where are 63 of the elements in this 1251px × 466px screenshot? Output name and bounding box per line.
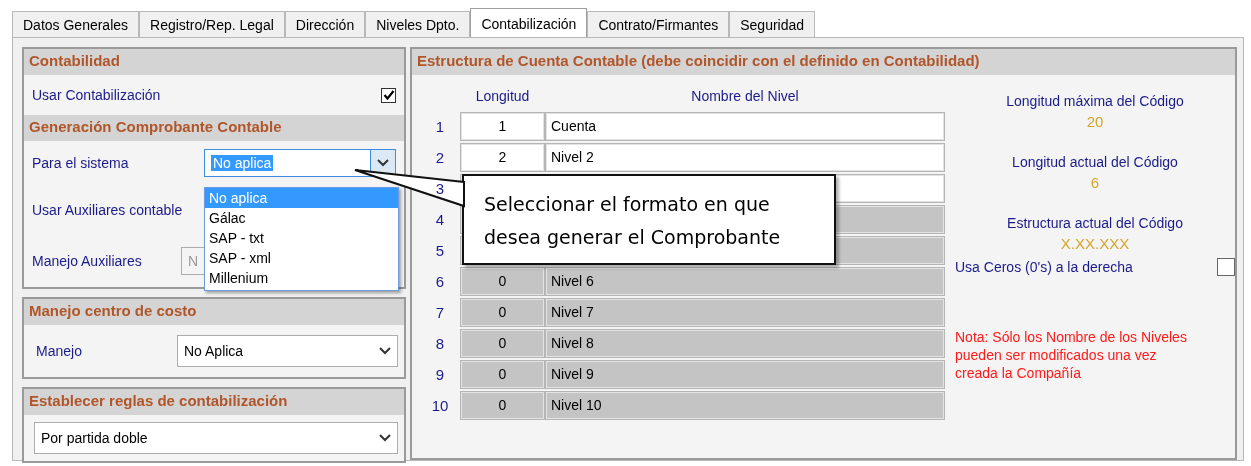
dropdown[interactable]: No Aplica [177,335,398,367]
row-number: 7 [434,303,446,323]
section-header: Estructura de Cuenta Contable (debe coincidir con el definido en Contabilidad) [412,49,1235,75]
input-field[interactable]: Nivel 6 [545,267,945,296]
checkbox-label: Usa Ceros (0's) a la derecha [955,259,1133,275]
input-field[interactable]: 2 [460,143,545,172]
note-text: Nota: Sólo los Nombre de los Niveles pueden ser modificados una vez creada la Compañía [955,328,1188,382]
column-header: Longitud [474,87,531,106]
info-value: X.XX.XXX [1060,235,1130,252]
section-header: Contabilidad [24,49,404,75]
dropdown-option[interactable]: SAP - txt [205,228,398,248]
checkbox[interactable] [381,87,396,103]
row-number: 8 [434,334,446,354]
tab[interactable]: Contabilización [470,8,588,39]
info-label: Estructura actual del Código [1007,215,1183,231]
input-field[interactable]: Nivel 9 [545,360,945,389]
chevron-icon [379,347,391,355]
input-field[interactable]: 0 [460,329,545,358]
row-number: 10 [430,396,450,416]
chevron-icon [377,159,389,167]
row-number: 1 [434,117,446,137]
dropdown-option[interactable]: Gálac [205,208,398,228]
tab[interactable]: Seguridad [729,11,816,38]
input-field[interactable]: Nivel 7 [545,298,945,327]
tab[interactable]: Datos Generales [12,11,140,38]
callout-tooltip: Seleccionar el formato en que desea generar el Comprobante [462,174,836,265]
dropdown-option[interactable]: SAP - xml [205,248,398,268]
input-field[interactable]: 0 [460,267,545,296]
info-value: 20 [1086,113,1104,130]
input-field[interactable]: 1 [460,112,545,141]
info-label: Longitud actual del Código [1012,154,1178,170]
row-number: 9 [434,365,446,385]
row-number: 3 [434,179,446,199]
section-header: Manejo centro de costo [24,299,404,325]
dropdown[interactable]: Por partida doble [34,422,398,454]
info-label: Longitud máxima del Código [1006,93,1184,109]
field-label: Para el sistema [32,155,129,171]
input-field[interactable]: Nivel 10 [545,391,945,420]
section-header: Establecer reglas de contabilización [24,389,404,415]
info-value: 6 [1090,174,1100,191]
row-number: 5 [434,241,446,261]
dropdown-option[interactable]: Millenium [205,268,398,288]
input-field[interactable]: 0 [460,391,545,420]
tab[interactable]: Dirección [284,11,366,38]
field-label: Manejo Auxiliares [32,253,142,269]
input-field[interactable]: 0 [460,298,545,327]
tab[interactable]: Registro/Rep. Legal [139,11,285,38]
input-field[interactable]: Cuenta [545,112,945,141]
field-label: Manejo [36,343,82,359]
tab[interactable]: Contrato/Firmantes [587,11,730,38]
checkbox[interactable] [1217,258,1235,276]
input-field[interactable]: Nivel 2 [545,143,945,172]
chevron-icon [379,434,391,442]
field-label: Usar Contabilización [32,87,161,103]
column-header: Nombre del Nivel [690,87,800,106]
input-field[interactable]: 0 [460,360,545,389]
row-number: 4 [434,210,446,230]
row-number: 2 [434,148,446,168]
tab[interactable]: Niveles Dpto. [365,11,471,38]
row-number: 6 [434,272,446,292]
section-header: Generación Comprobante Contable [24,115,404,141]
input-field[interactable]: Nivel 8 [545,329,945,358]
field-label: Usar Auxiliares contable [32,202,183,218]
